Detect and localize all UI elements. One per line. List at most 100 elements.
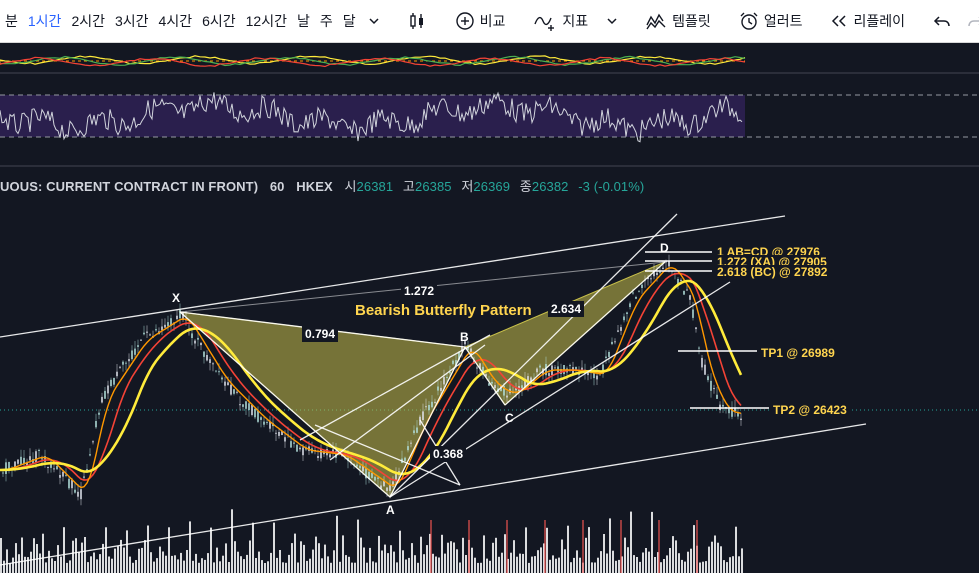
redo-button[interactable] (959, 0, 979, 42)
candle-body (191, 333, 193, 338)
volume-bar (162, 551, 164, 573)
volume-bar (189, 521, 191, 573)
candle-body (638, 290, 640, 292)
indicators-button[interactable]: 지표 (525, 0, 625, 42)
volume-bar (18, 554, 20, 573)
volume-bar (333, 550, 335, 573)
volume-bar (69, 560, 71, 573)
volume-bar (300, 541, 302, 573)
undo-button[interactable] (925, 0, 959, 42)
volume-bar (714, 535, 716, 573)
timeframe-12h[interactable]: 12시간 (241, 0, 292, 42)
volume-bar (639, 561, 641, 573)
candle-body (122, 361, 124, 365)
volume-bar (351, 562, 353, 573)
volume-bar (9, 563, 11, 573)
replay-button[interactable]: 리플레이 (822, 0, 913, 42)
alert-button[interactable]: 얼러트 (731, 0, 811, 42)
candle-body (80, 489, 82, 500)
candle-body (128, 359, 130, 362)
timeframe-4h[interactable]: 4시간 (154, 0, 198, 42)
volume-bar (708, 546, 710, 573)
volume-bar (513, 540, 515, 573)
volume-bar (474, 557, 476, 573)
volume-bar (291, 543, 293, 573)
templates-button[interactable]: 템플릿 (637, 0, 719, 42)
timeframe-2h[interactable]: 2시간 (66, 0, 110, 42)
volume-bar (372, 561, 374, 573)
candle-body (710, 380, 712, 391)
candle-body (5, 462, 7, 474)
timeframe-3h[interactable]: 3시간 (110, 0, 154, 42)
volume-bar (588, 527, 590, 573)
candle-body (371, 473, 373, 478)
candle-body (659, 271, 661, 273)
candle-body (23, 457, 25, 464)
volume-bar (618, 559, 620, 573)
volume-bar (138, 548, 140, 573)
candle-body (155, 329, 157, 331)
chevron-down-icon (607, 18, 617, 25)
volume-bar (102, 543, 104, 573)
volume-bar (438, 557, 440, 573)
timeframe-week[interactable]: 주 (315, 0, 338, 42)
volume-bar (78, 551, 80, 573)
volume-bar (120, 539, 122, 573)
volume-bar (81, 542, 83, 573)
volume-bar (144, 540, 146, 573)
candle-body (707, 376, 709, 381)
volume-bar (711, 541, 713, 573)
candle-body (554, 367, 556, 369)
compare-label: 비교 (479, 13, 506, 29)
volume-bar (30, 551, 32, 573)
compare-button[interactable]: 비교 (447, 0, 514, 42)
volume-bar (606, 553, 608, 573)
candle-body (446, 376, 448, 378)
volume-bar (210, 527, 212, 573)
volume-bar-red (658, 520, 660, 573)
volume-bar (669, 548, 671, 573)
candle-body (167, 322, 169, 327)
volume-bar (303, 544, 305, 573)
volume-bar (216, 547, 218, 573)
candle-body (536, 368, 538, 373)
timeframe-6h[interactable]: 6시간 (197, 0, 241, 42)
chart-type-button[interactable] (399, 0, 435, 42)
pattern-name: Bearish Butterfly Pattern (355, 302, 532, 319)
volume-bar (702, 561, 704, 573)
candle-body (713, 388, 715, 390)
timeframe-1h[interactable]: 1시간 (23, 0, 67, 42)
candle-body (137, 345, 139, 347)
top-toolbar: 분 1시간 2시간 3시간 4시간 6시간 12시간 날 주 달 비교 지표 템… (0, 0, 979, 43)
volume-bar (129, 556, 131, 573)
volume-bar (510, 552, 512, 573)
volume-bar-red (582, 520, 584, 573)
volume-bar (579, 557, 581, 573)
candle-body (98, 412, 100, 415)
volume-bar (345, 555, 347, 573)
candle-body (650, 278, 652, 280)
volume-bar (525, 527, 527, 573)
timeframe-dropdown[interactable] (361, 0, 387, 42)
volume-bar (630, 511, 632, 573)
candle-body (299, 447, 301, 450)
timeframe-month[interactable]: 달 (338, 0, 361, 42)
volume-bar (225, 543, 227, 573)
candle-body (74, 489, 76, 493)
candle-body (119, 366, 121, 368)
volume-bar (426, 545, 428, 573)
timeframe-day[interactable]: 날 (292, 0, 315, 42)
candle-body (8, 461, 10, 469)
candle-body (140, 339, 142, 341)
volume-bar (396, 562, 398, 573)
volume-bar (363, 547, 365, 573)
candle-body (215, 370, 217, 372)
timeframe-minute[interactable]: 분 (0, 0, 23, 42)
volume-bar (294, 533, 296, 573)
volume-bar (681, 559, 683, 573)
candle-body (494, 385, 496, 389)
volume-bar (6, 549, 8, 573)
volume-bar (453, 542, 455, 573)
volume-bar (687, 551, 689, 573)
volume-bar (0, 538, 2, 573)
